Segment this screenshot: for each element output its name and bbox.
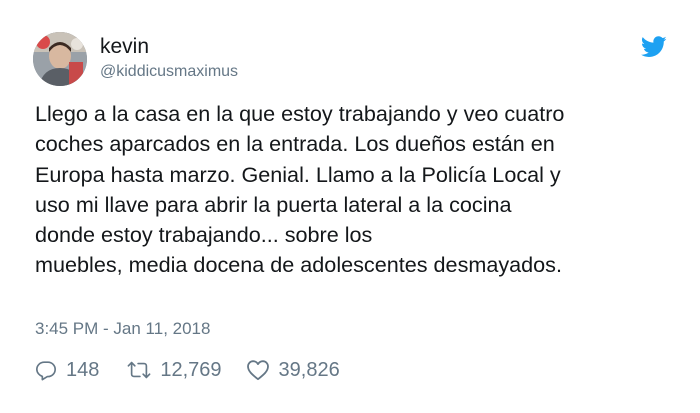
- heart-icon: [246, 360, 269, 381]
- tweet-text-line: donde estoy trabajando... sobre los: [35, 222, 373, 248]
- tweet-actions: 148 12,769 39,826: [35, 356, 340, 384]
- reply-icon: [36, 361, 56, 381]
- tweet-text: Llego a la casa en la que estoy trabajan…: [35, 99, 685, 281]
- avatar-photo: [33, 32, 87, 86]
- retweet-button[interactable]: 12,769: [127, 356, 222, 384]
- tweet-text-line: muebles, media docena de adolescentes de…: [35, 252, 562, 278]
- avatar[interactable]: [33, 32, 87, 86]
- tweet-text-line: uso mi llave para abrir la puerta latera…: [35, 191, 512, 217]
- reply-button[interactable]: 148: [35, 356, 99, 384]
- tweet-card: kevin @kiddicusmaximus Llego a la casa e…: [0, 0, 700, 413]
- tweet-text-line: coches aparcados en la entrada. Los dueñ…: [35, 131, 555, 157]
- tweet-text-line: Llego a la casa en la que estoy trabajan…: [35, 101, 565, 126]
- reply-count: 148: [66, 359, 100, 381]
- author-handle[interactable]: @kiddicusmaximus: [100, 62, 238, 82]
- author-display-name[interactable]: kevin: [100, 34, 149, 60]
- like-count: 39,826: [278, 359, 340, 381]
- twitter-bird-icon[interactable]: [640, 36, 667, 58]
- retweet-icon: [127, 361, 151, 379]
- retweet-count: 12,769: [160, 359, 222, 381]
- like-button[interactable]: 39,826: [246, 356, 340, 384]
- tweet-text-line: Europa hasta marzo. Genial. Llamo a la P…: [35, 161, 561, 187]
- tweet-timestamp[interactable]: 3:45 PM - Jan 11, 2018: [35, 318, 210, 340]
